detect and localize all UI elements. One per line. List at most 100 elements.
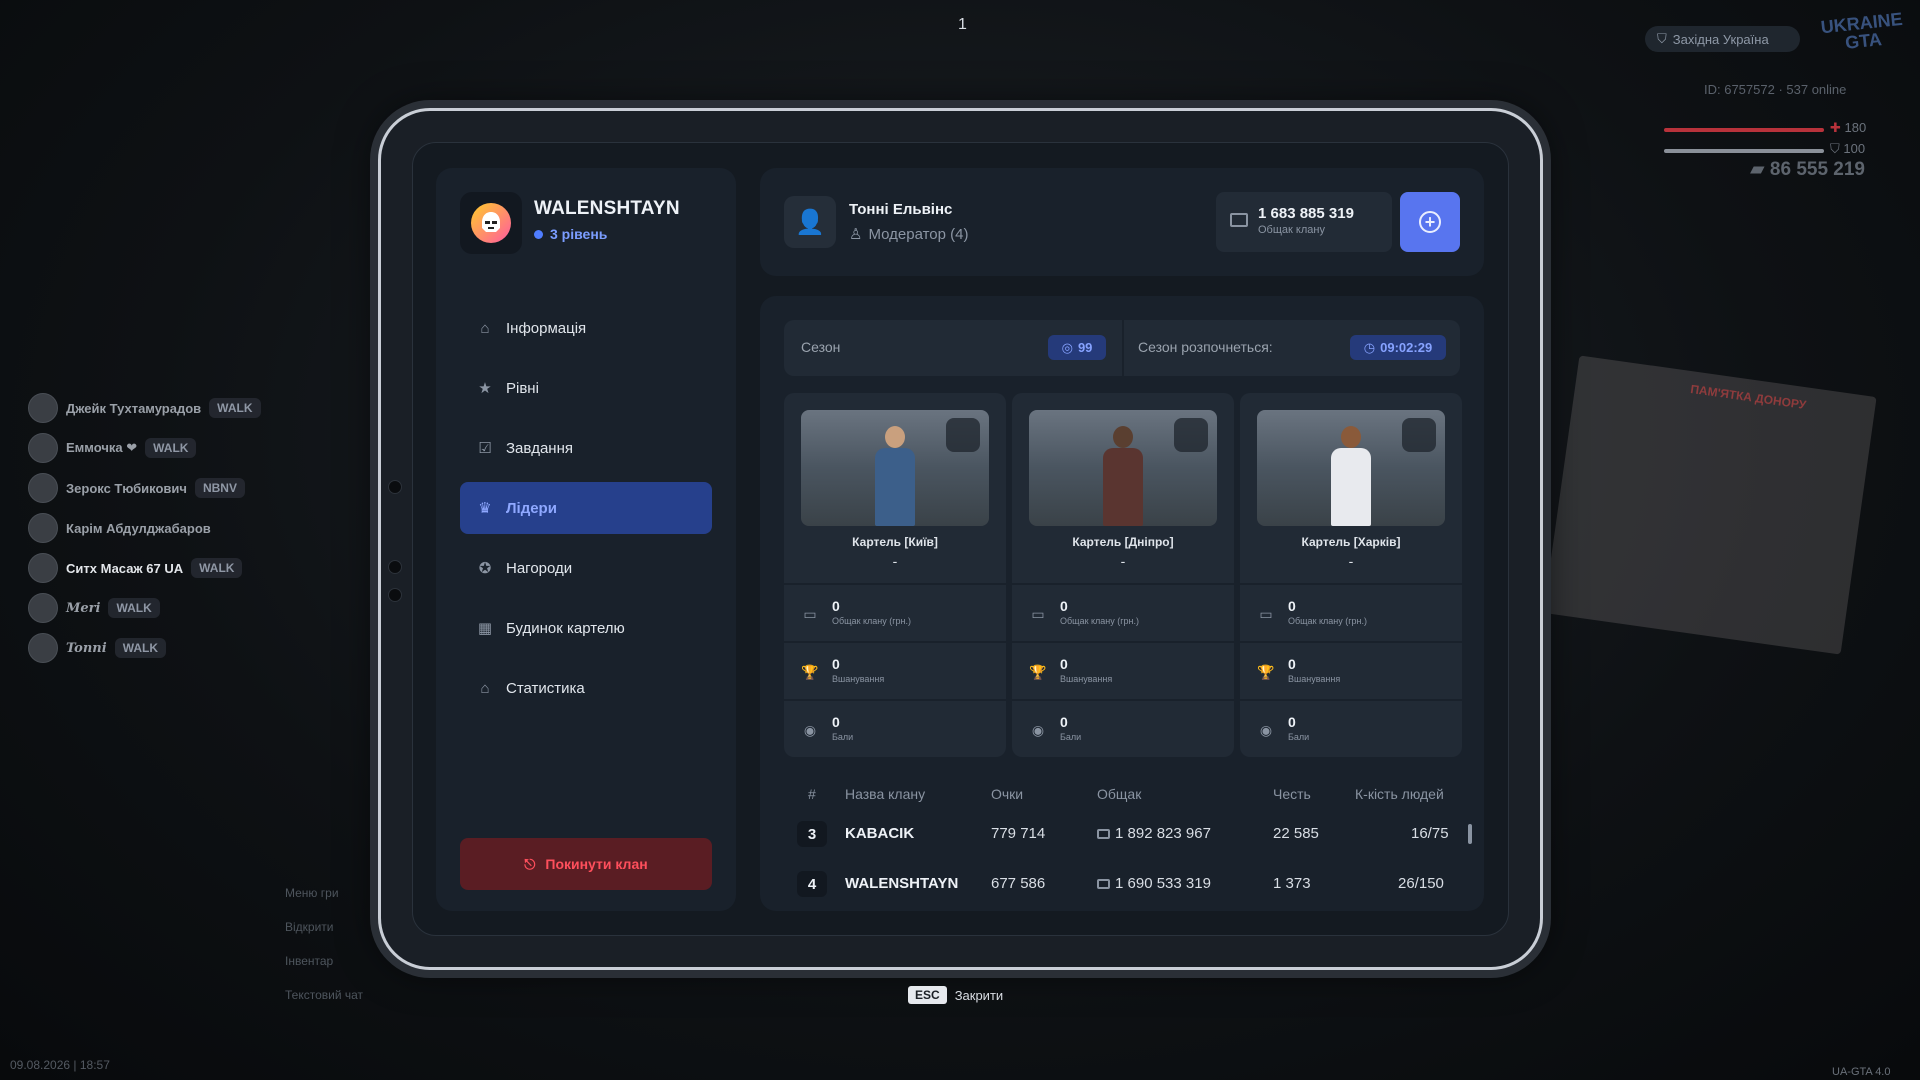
sidebar-item-rewards[interactable]: ✪ Нагороди [460, 542, 712, 594]
clock-icon: ◷ [1363, 339, 1376, 355]
stat-label: Бали [1288, 732, 1310, 742]
divider [1012, 699, 1234, 701]
season-label: Сезон [801, 339, 841, 355]
column-header-honor: Честь [1273, 786, 1311, 802]
divider [1240, 699, 1462, 701]
exit-icon: ⎋ [524, 855, 536, 872]
sidebar-item-tasks[interactable]: ☑ Завдання [460, 422, 712, 474]
divider [1240, 641, 1462, 643]
medal-icon: ✪ [478, 560, 492, 577]
stat-label: Бали [832, 732, 854, 742]
esc-key: ESC [908, 986, 947, 1004]
points-icon: ◉ [803, 721, 817, 738]
column-header-people: К-кість людей [1355, 786, 1444, 802]
people-cell: 16/75 [1411, 825, 1449, 842]
home-icon: ⌂ [480, 319, 490, 337]
building-icon: ▦ [477, 620, 493, 637]
user-name: Тонні Ельвінс [849, 201, 953, 218]
table-scrollbar[interactable] [1468, 824, 1472, 844]
player-name: Meri [66, 600, 101, 616]
crown-icon: ♛ [478, 500, 492, 517]
sidebar-item-leaders[interactable]: ♛ Лідери [460, 482, 712, 534]
checkbox-icon: ☑ [478, 440, 492, 457]
player-name: Зерокс Тюбикович [66, 480, 187, 496]
player-tag: WALK [108, 598, 160, 618]
stat-value: 0 [832, 656, 840, 672]
sidebar-item-info[interactable]: ⌂ Інформація [460, 302, 712, 354]
player-tag: WALK [114, 638, 167, 658]
trophy-icon: 🏆 [1029, 663, 1047, 680]
clan-name: WALENSHTAYN [534, 198, 680, 219]
column-header-points: Очки [991, 786, 1024, 802]
honor-cell: 1 373 [1273, 875, 1311, 892]
plus-icon: + [1419, 211, 1441, 233]
close-hint[interactable]: ESC Закрити [908, 986, 1003, 1004]
hint-open: Відкрити [285, 920, 334, 934]
cartel-owner: - [1120, 553, 1126, 569]
avatar [28, 433, 58, 463]
stat-label: Вшанування [1060, 674, 1113, 684]
bank-cell: 1 690 533 319 [1097, 875, 1211, 892]
sidebar-item-cartel-house[interactable]: ▦ Будинок картелю [460, 602, 712, 654]
stat-value: 0 [1288, 656, 1296, 672]
points-icon: ◉ [1259, 721, 1273, 738]
player-name: Карім Абдулджабаров [66, 520, 211, 536]
cartel-emblem [1174, 418, 1208, 452]
close-label: Закрити [954, 987, 1004, 1003]
trophy-icon: 🏆 [801, 663, 819, 680]
people-cell: 26/150 [1398, 875, 1444, 892]
stormtrooper-icon [471, 203, 511, 243]
user-avatar: 👤 [784, 196, 836, 248]
cash-icon: ▰ [1750, 159, 1765, 180]
wallet-icon [1097, 828, 1110, 839]
id-online-text: ID: 6757572 · 537 online [1704, 82, 1847, 97]
region-badge: ⛉ Західна Україна [1645, 26, 1800, 52]
stat-value: 0 [832, 714, 840, 730]
bank-cell: 1 892 823 967 [1097, 825, 1211, 842]
wallet-icon [1097, 878, 1110, 889]
badge-icon: ♙ [849, 226, 863, 243]
player-money: ▰ 86 555 219 [1750, 159, 1865, 180]
leave-clan-button[interactable]: ⎋ Покинути клан [460, 838, 712, 890]
column-header-bank: Общак [1097, 786, 1142, 802]
cartel-owner: - [892, 553, 898, 569]
user-icon: 👤 [795, 208, 825, 236]
rank-badge: 4 [797, 871, 827, 897]
hud-counter: 1 [958, 16, 967, 33]
player-tag: WALK [191, 558, 243, 578]
divider [1012, 583, 1234, 585]
wallet-icon: ▭ [1031, 605, 1045, 622]
stat-value: 0 [832, 598, 840, 614]
hint-chat: Текстовий чат [285, 988, 364, 1002]
stat-label: Общак клану (грн.) [1288, 616, 1368, 626]
cartel-title: Картель [Харків] [1301, 535, 1401, 549]
stat-label: Общак клану (грн.) [832, 616, 912, 626]
cartel-owner: - [1348, 553, 1354, 569]
stat-label: Общак клану (грн.) [1060, 616, 1140, 626]
camera-dot [388, 480, 402, 494]
sidebar-item-statistics[interactable]: ⌂ Статистика [460, 662, 712, 714]
clan-name-cell: WALENSHTAYN [845, 875, 959, 892]
stat-label: Вшанування [832, 674, 885, 684]
honor-cell: 22 585 [1273, 825, 1319, 842]
sidebar-item-label: Статистика [506, 679, 585, 697]
season-number-badge: ◎ 99 [1048, 335, 1106, 360]
avatar [28, 593, 58, 623]
column-header-name: Назва клану [845, 786, 926, 802]
points-icon: ◉ [1031, 721, 1045, 738]
points-cell: 677 586 [991, 875, 1046, 892]
deposit-button[interactable]: + [1400, 192, 1460, 252]
player-tag: WALK [209, 398, 261, 418]
clan-bank-label: Общак клану [1258, 224, 1325, 236]
player-row: Ситх Масаж 67 UA WALK [28, 548, 358, 588]
level-dot-icon [534, 229, 543, 239]
season-start-label: Сезон розпочнеться: [1138, 339, 1273, 355]
sidebar-item-levels[interactable]: ★ Рівні [460, 362, 712, 414]
player-name: Tonni [66, 640, 107, 656]
divider [784, 641, 1006, 643]
cartel-title: Картель [Дніпро] [1072, 535, 1174, 549]
hint-inventory: Інвентар [285, 954, 334, 968]
divider [1240, 583, 1462, 585]
cartel-title: Картель [Київ] [852, 535, 938, 549]
star-icon: ★ [478, 380, 492, 397]
